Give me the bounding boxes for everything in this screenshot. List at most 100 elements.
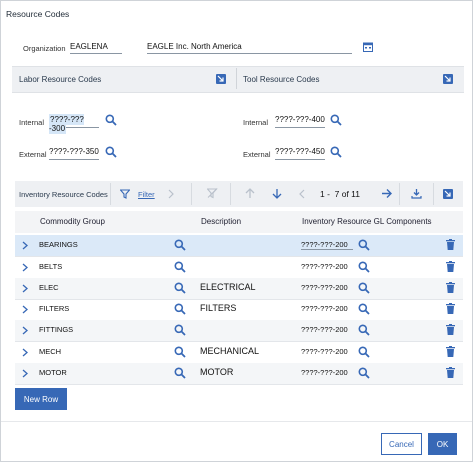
filter-icon[interactable] [119,189,131,201]
trash-icon[interactable] [446,282,455,295]
tool-external-label: External [243,150,271,159]
search-icon[interactable] [174,346,186,360]
description-cell: FILTERS [200,303,237,313]
organization-name-field: EAGLE Inc. North America [147,42,352,54]
tool-external-field[interactable]: ????-???-450 [275,147,325,160]
organization-code-value: EAGLENA [70,42,108,51]
tool-internal-value: ????-???-400 [275,115,325,124]
search-icon[interactable] [358,239,370,253]
commodity-cell: MOTOR [39,368,67,377]
description-cell: MOTOR [200,367,234,377]
table-row[interactable]: ELEC ELECTRICAL ????-???-200 [15,278,463,300]
resource-codes-dialog: Resource Codes Organization EAGLENA EAGL… [0,0,473,462]
cancel-button[interactable]: Cancel [381,433,422,455]
labor-external-field[interactable]: ????-???-350 [49,147,99,160]
chevron-right-icon [167,189,175,201]
column-header-commodity[interactable]: Commodity Group [40,217,105,226]
chevron-right-icon[interactable] [22,263,28,274]
labor-external-label: External [19,150,47,159]
next-page-icon[interactable] [381,188,393,201]
section-divider [236,68,237,89]
search-icon[interactable] [174,282,186,296]
chevron-left-icon [298,189,306,201]
search-icon[interactable] [174,303,186,317]
filter-link[interactable]: Filter [138,190,155,199]
organization-code-field[interactable]: EAGLENA [70,42,122,54]
table-row[interactable]: BELTS ????-???-200 [15,257,463,279]
trash-icon[interactable] [446,261,455,274]
chevron-right-icon[interactable] [22,284,28,295]
table-header: Commodity Group Description Inventory Re… [15,211,463,233]
trash-icon[interactable] [446,303,455,316]
new-row-button[interactable]: New Row [15,388,67,410]
collapse-icon [444,75,451,82]
chevron-right-icon[interactable] [22,305,28,316]
commodity-cell: BEARINGS [39,240,78,249]
table-row[interactable]: FITTINGS ????-???-200 [15,320,463,342]
gl-cell[interactable]: ????-???-200 [301,304,348,313]
chevron-right-icon[interactable] [22,348,28,359]
search-icon[interactable] [358,282,370,296]
search-icon[interactable] [358,367,370,381]
download-icon[interactable] [411,188,422,201]
tool-internal-field[interactable]: ????-???-400 [275,115,325,128]
search-icon[interactable] [174,261,186,275]
tool-external-value: ????-???-450 [275,147,325,156]
column-header-description[interactable]: Description [201,217,241,226]
inventory-collapse-button[interactable] [443,189,453,199]
commodity-cell: MECH [39,347,62,356]
inventory-toolbar: Inventory Resource Codes Filter 1 - 7 of… [15,181,463,207]
chevron-right-icon[interactable] [22,241,28,252]
gl-cell[interactable]: ????-???-200 [301,240,353,250]
commodity-cell: FITTINGS [39,325,74,334]
collapse-icon [217,75,224,82]
commodity-cell: FILTERS [39,304,70,313]
tool-internal-label: Internal [243,118,269,127]
search-icon[interactable] [174,367,186,381]
trash-icon[interactable] [446,324,455,337]
gl-cell[interactable]: ????-???-200 [301,262,348,271]
ok-button[interactable]: OK [428,433,457,455]
trash-icon[interactable] [446,346,455,359]
tool-section-title: Tool Resource Codes [243,75,320,84]
gl-cell[interactable]: ????-???-200 [301,283,348,292]
table-row[interactable]: FILTERS FILTERS ????-???-200 [15,299,463,321]
table-row[interactable]: MECH MECHANICAL ????-???-200 [15,342,463,364]
organization-name-value: EAGLE Inc. North America [147,42,242,51]
footer-divider [1,421,472,422]
column-header-gl[interactable]: Inventory Resource GL Components [302,217,432,226]
labor-internal-value: ????-???-300 [49,114,84,134]
search-icon[interactable] [358,346,370,360]
calendar-icon[interactable] [363,42,373,52]
search-icon[interactable] [358,261,370,275]
labor-section-title: Labor Resource Codes [19,75,102,84]
search-icon[interactable] [330,114,342,128]
collapse-icon [444,190,451,197]
tool-collapse-button[interactable] [443,74,453,84]
chevron-right-icon[interactable] [22,369,28,380]
gl-cell[interactable]: ????-???-200 [301,325,348,334]
search-icon[interactable] [174,324,186,338]
search-icon[interactable] [105,114,117,128]
labor-internal-field[interactable]: ????-???-300 [49,114,99,134]
chevron-right-icon[interactable] [22,326,28,337]
gl-cell[interactable]: ????-???-200 [301,347,348,356]
search-icon[interactable] [358,303,370,317]
labor-external-value: ????-???-350 [49,147,99,156]
clear-filter-icon [206,188,218,201]
search-icon[interactable] [358,324,370,338]
trash-icon[interactable] [446,239,455,252]
search-icon[interactable] [330,146,342,160]
arrow-down-icon[interactable] [272,188,282,201]
search-icon[interactable] [105,146,117,160]
labor-collapse-button[interactable] [216,74,226,84]
table-row[interactable]: MOTOR MOTOR ????-???-200 [15,363,463,385]
dialog-title: Resource Codes [6,9,70,19]
pagination-range: 1 - 7 of 11 [320,189,361,199]
table-row[interactable]: BEARINGS ????-???-200 [15,235,463,257]
search-icon[interactable] [174,239,186,253]
labor-internal-label: Internal [19,118,45,127]
gl-cell[interactable]: ????-???-200 [301,368,348,377]
organization-label: Organization [23,44,66,53]
trash-icon[interactable] [446,367,455,380]
